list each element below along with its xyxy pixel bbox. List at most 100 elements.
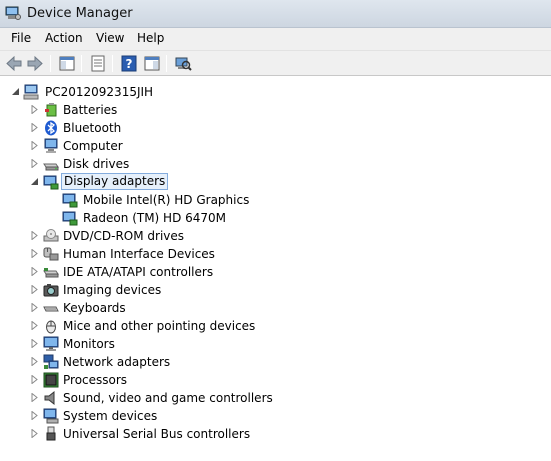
- tree-item-label: Disk drives: [63, 157, 130, 171]
- bluetooth-icon: [45, 120, 57, 136]
- tree-item-dvd-drives[interactable]: DVD/CD-ROM drives: [0, 227, 300, 245]
- menu-file[interactable]: File: [11, 31, 31, 45]
- display-adapter-icon: [62, 193, 78, 208]
- tree-item-disk-drives[interactable]: Disk drives: [0, 155, 300, 173]
- expand-arrow-icon[interactable]: [31, 339, 39, 348]
- expand-arrow-icon[interactable]: [31, 249, 39, 258]
- tree-root[interactable]: PC2012092315JIH: [0, 83, 300, 101]
- processor-icon: [43, 372, 59, 388]
- tree-item-label: Keyboards: [63, 301, 126, 315]
- tree-root-label: PC2012092315JIH: [45, 85, 154, 99]
- system-devices-icon: [43, 408, 59, 424]
- tree-item-mice[interactable]: Mice and other pointing devices: [0, 317, 300, 335]
- tree-item-imaging-devices[interactable]: Imaging devices: [0, 281, 300, 299]
- toolbar-separator: [50, 55, 51, 72]
- menu-bar: File Action View Help: [0, 28, 551, 50]
- monitor-icon: [43, 336, 59, 351]
- toolbar-separator: [81, 55, 82, 72]
- menu-view[interactable]: View: [96, 31, 124, 45]
- expand-arrow-icon[interactable]: [31, 159, 39, 168]
- tree-item-processors[interactable]: Processors: [0, 371, 300, 389]
- menu-action[interactable]: Action: [45, 31, 83, 45]
- tree-item-label: Human Interface Devices: [63, 247, 215, 261]
- expand-arrow-icon[interactable]: [31, 375, 39, 384]
- forward-arrow-icon[interactable]: [25, 54, 45, 73]
- tree-child-label: Mobile Intel(R) HD Graphics: [83, 193, 250, 207]
- action-pane-icon[interactable]: [142, 54, 162, 73]
- tree-item-batteries[interactable]: Batteries: [0, 101, 300, 119]
- tree-item-label: Imaging devices: [63, 283, 162, 297]
- display-adapter-icon: [43, 175, 59, 190]
- hid-icon: [43, 247, 59, 261]
- svg-text:?: ?: [126, 57, 133, 71]
- menu-help[interactable]: Help: [137, 31, 164, 45]
- tree-item-label: Processors: [63, 373, 128, 387]
- dvd-drive-icon: [43, 229, 59, 242]
- tree-item-label: Computer: [63, 139, 123, 153]
- tree-item-network-adapters[interactable]: Network adapters: [0, 353, 300, 371]
- expand-arrow-icon[interactable]: [31, 285, 39, 294]
- tree-item-display-adapters[interactable]: Display adapters: [0, 173, 300, 191]
- tree-item-monitors[interactable]: Monitors: [0, 335, 300, 353]
- tree-item-hid[interactable]: Human Interface Devices: [0, 245, 300, 263]
- tree-item-label: Sound, video and game controllers: [63, 391, 273, 405]
- tree-item-label: DVD/CD-ROM drives: [63, 229, 185, 243]
- tree-item-label: Bluetooth: [63, 121, 122, 135]
- show-hide-console-tree-icon[interactable]: [57, 54, 77, 73]
- expand-arrow-icon[interactable]: [31, 321, 39, 330]
- expand-arrow-icon[interactable]: [31, 267, 39, 276]
- tree-item-computer[interactable]: Computer: [0, 137, 300, 155]
- expand-arrow-icon[interactable]: [31, 429, 39, 438]
- collapse-arrow-icon[interactable]: [12, 87, 20, 96]
- expand-arrow-icon[interactable]: [31, 393, 39, 402]
- tree-item-ide-controllers[interactable]: IDE ATA/ATAPI controllers: [0, 263, 300, 281]
- expand-arrow-icon[interactable]: [31, 123, 39, 132]
- expand-arrow-icon[interactable]: [31, 411, 39, 420]
- battery-icon: [45, 103, 57, 117]
- computer-icon: [44, 138, 58, 153]
- tree-child-item[interactable]: Radeon (TM) HD 6470M: [0, 209, 300, 227]
- keyboard-icon: [43, 306, 59, 312]
- properties-icon[interactable]: [88, 54, 108, 73]
- tree-item-usb-controllers[interactable]: Universal Serial Bus controllers: [0, 425, 300, 443]
- expand-arrow-icon[interactable]: [31, 303, 39, 312]
- computer-icon: [23, 84, 39, 100]
- tree-item-system-devices[interactable]: System devices: [0, 407, 300, 425]
- tree-item-label: Display adapters: [61, 173, 169, 190]
- usb-icon: [46, 426, 56, 441]
- expand-arrow-icon[interactable]: [31, 357, 39, 366]
- tree-item-sound[interactable]: Sound, video and game controllers: [0, 389, 300, 407]
- tree-item-label: Mice and other pointing devices: [63, 319, 256, 333]
- tree-item-label: System devices: [63, 409, 158, 423]
- expand-arrow-icon[interactable]: [31, 231, 39, 240]
- tree-item-label: Universal Serial Bus controllers: [63, 427, 251, 441]
- tree-item-label: IDE ATA/ATAPI controllers: [63, 265, 214, 279]
- disk-drive-icon: [43, 163, 59, 171]
- mouse-icon: [46, 320, 56, 334]
- scan-hardware-changes-icon[interactable]: [173, 54, 193, 73]
- tree-item-label: Monitors: [63, 337, 115, 351]
- window-title: Device Manager: [27, 6, 133, 21]
- help-icon[interactable]: ?: [119, 54, 139, 73]
- tree-item-keyboards[interactable]: Keyboards: [0, 299, 300, 317]
- expand-arrow-icon[interactable]: [31, 141, 39, 150]
- tree-item-label: Batteries: [63, 103, 118, 117]
- tree-child-label: Radeon (TM) HD 6470M: [83, 211, 227, 225]
- display-adapter-icon: [62, 211, 78, 226]
- back-arrow-icon[interactable]: [4, 54, 24, 73]
- device-manager-icon: [5, 6, 21, 20]
- network-adapter-icon: [43, 354, 59, 369]
- title-bar[interactable]: Device Manager: [0, 0, 551, 28]
- speaker-icon: [44, 390, 55, 406]
- toolbar: ?: [0, 50, 551, 76]
- ide-controller-icon: [43, 268, 59, 278]
- toolbar-separator: [166, 55, 167, 72]
- camera-icon: [43, 284, 59, 297]
- tree-item-label: Network adapters: [63, 355, 171, 369]
- device-tree[interactable]: PC2012092315JIH Batteries Bluetooth Comp…: [0, 77, 551, 461]
- tree-item-bluetooth[interactable]: Bluetooth: [0, 119, 300, 137]
- tree-child-item[interactable]: Mobile Intel(R) HD Graphics: [0, 191, 300, 209]
- toolbar-separator: [112, 55, 113, 72]
- expand-arrow-icon[interactable]: [31, 105, 39, 114]
- collapse-arrow-icon[interactable]: [31, 177, 39, 186]
